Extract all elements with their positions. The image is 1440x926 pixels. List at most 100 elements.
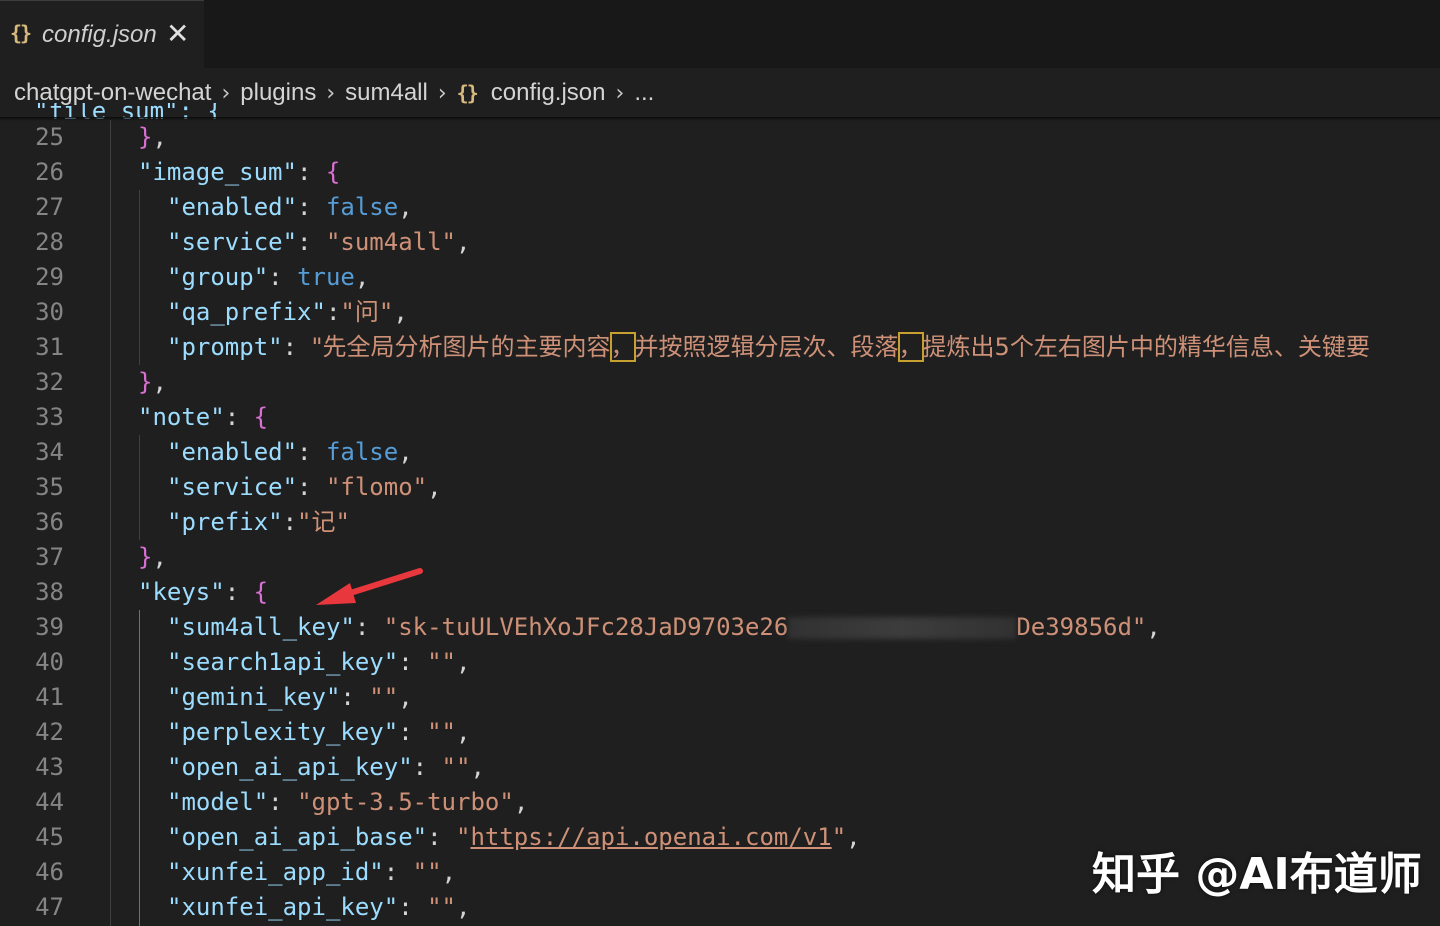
json-string: "	[456, 823, 471, 851]
red-arrow-icon	[316, 568, 423, 605]
json-key: "xunfei_api_key"	[167, 893, 399, 921]
code-line: 35 "service": "flomo",	[0, 470, 1440, 505]
json-boolean: true	[297, 263, 355, 291]
punct: ,	[456, 228, 471, 256]
punct: ,	[456, 718, 471, 746]
json-key: "xunfei_app_id"	[167, 858, 384, 886]
punct: ,	[427, 473, 442, 501]
punct: ,	[846, 823, 861, 851]
json-string: ""	[412, 858, 442, 886]
json-key: "perplexity_key"	[167, 718, 399, 746]
code-line: 37},	[0, 540, 1440, 575]
punct: :	[297, 228, 326, 256]
redacted-blur	[788, 617, 1017, 639]
json-key: "image_sum"	[138, 158, 297, 186]
punct: :	[412, 753, 442, 781]
code-line: 40 "search1api_key": "",	[0, 645, 1440, 680]
breadcrumb-item-config-json[interactable]: config.json	[491, 79, 606, 107]
code-line: 41 "gemini_key": "",	[0, 680, 1440, 715]
json-key: "open_ai_api_key"	[167, 753, 413, 781]
code-line: 36 "prefix":"记"	[0, 505, 1440, 540]
punct: ,	[470, 753, 485, 781]
punct: ,	[393, 298, 408, 326]
json-string: De39856d"	[1016, 613, 1147, 641]
json-key: "prompt"	[167, 333, 283, 361]
json-key: "enabled"	[167, 438, 298, 466]
json-key: "search1api_key"	[167, 648, 399, 676]
breadcrumb-item-ellipsis[interactable]: ...	[634, 79, 654, 107]
json-string: "	[831, 823, 847, 851]
json-key: "model"	[167, 788, 269, 816]
line-number: 38	[35, 578, 64, 606]
json-string: ""	[441, 753, 471, 781]
json-string: 并按照逻辑分层次、段落	[634, 333, 899, 361]
punct: ,	[456, 893, 471, 921]
line-number: 43	[35, 753, 64, 781]
json-string: "问"	[340, 298, 394, 326]
code-editor[interactable]: 25}, 26 "image_sum": { 27 "enabled": false…	[0, 120, 1440, 926]
code-line: 29 "group": true,	[0, 260, 1440, 295]
json-string: "gpt-3.5-turbo"	[297, 788, 514, 816]
line-number: 30	[35, 298, 64, 326]
json-boolean: false	[325, 438, 399, 466]
code-line: 28 "service": "sum4all",	[0, 225, 1440, 260]
punct: :	[296, 158, 326, 186]
brace: {	[253, 403, 269, 431]
punct: ,	[513, 788, 529, 816]
line-number: 35	[35, 473, 64, 501]
json-key: "open_ai_api_base"	[167, 823, 428, 851]
breadcrumb-item-sum4all[interactable]: sum4all	[345, 79, 428, 107]
json-string: "flomo"	[325, 473, 428, 501]
brace: {	[325, 158, 341, 186]
json-key: "service"	[167, 473, 298, 501]
line-number: 42	[35, 718, 64, 746]
code-line: 38 "keys": {	[0, 575, 1440, 610]
punct: :	[383, 858, 413, 886]
punct: :	[224, 578, 254, 606]
json-key: "enabled"	[167, 193, 298, 221]
line-number: 34	[35, 438, 64, 466]
chevron-right-icon: ›	[615, 80, 625, 106]
json-key: "group"	[167, 263, 269, 291]
tab-config-json[interactable]: {} config.json ✕	[0, 0, 204, 68]
code-line: 39 "sum4all_key": "sk-tuULVEhXoJFc28JaD97…	[0, 610, 1440, 645]
close-icon[interactable]: ✕	[166, 17, 189, 50]
punct: :	[297, 438, 326, 466]
json-key: "keys"	[138, 578, 225, 606]
json-string: ""	[427, 648, 456, 676]
code-line: 33 "note": {	[0, 400, 1440, 435]
code-line: 32},	[0, 365, 1440, 400]
punct: ,	[398, 438, 413, 466]
line-number: 45	[35, 823, 64, 851]
punct: ,	[354, 263, 370, 291]
punct: :	[398, 718, 428, 746]
chevron-right-icon: ›	[437, 80, 447, 106]
json-string: 提炼出5个左右图片中的精华信息、关键要	[922, 333, 1370, 361]
url-link[interactable]: https://api.openai.com/v1	[470, 823, 831, 851]
punct: :	[354, 613, 384, 641]
punct: :	[427, 823, 456, 851]
json-braces-icon: {}	[10, 21, 32, 45]
unicode-highlight: ，	[609, 332, 636, 362]
chevron-right-icon: ›	[326, 80, 336, 106]
line-number: 26	[35, 158, 64, 186]
punct: :	[224, 403, 254, 431]
line-number: 32	[35, 368, 64, 396]
breadcrumb-item-plugins[interactable]: plugins	[240, 79, 316, 107]
punct: :	[297, 193, 326, 221]
json-string: "先全局分析图片的主要内容	[311, 333, 611, 361]
line-number: 29	[35, 263, 64, 291]
line-number: 31	[35, 333, 64, 361]
json-string: "记"	[297, 508, 350, 536]
code-line: 44 "model": "gpt-3.5-turbo",	[0, 785, 1440, 820]
line-number: 37	[35, 543, 64, 571]
line-number: 41	[35, 683, 64, 711]
brace: }	[138, 368, 153, 396]
punct: ,	[398, 193, 413, 221]
punct: :	[398, 648, 428, 676]
punct: :	[297, 473, 326, 501]
punct: :	[282, 508, 298, 536]
line-number: 36	[35, 508, 64, 536]
punct: :	[340, 683, 370, 711]
json-key: "qa_prefix"	[167, 298, 326, 326]
